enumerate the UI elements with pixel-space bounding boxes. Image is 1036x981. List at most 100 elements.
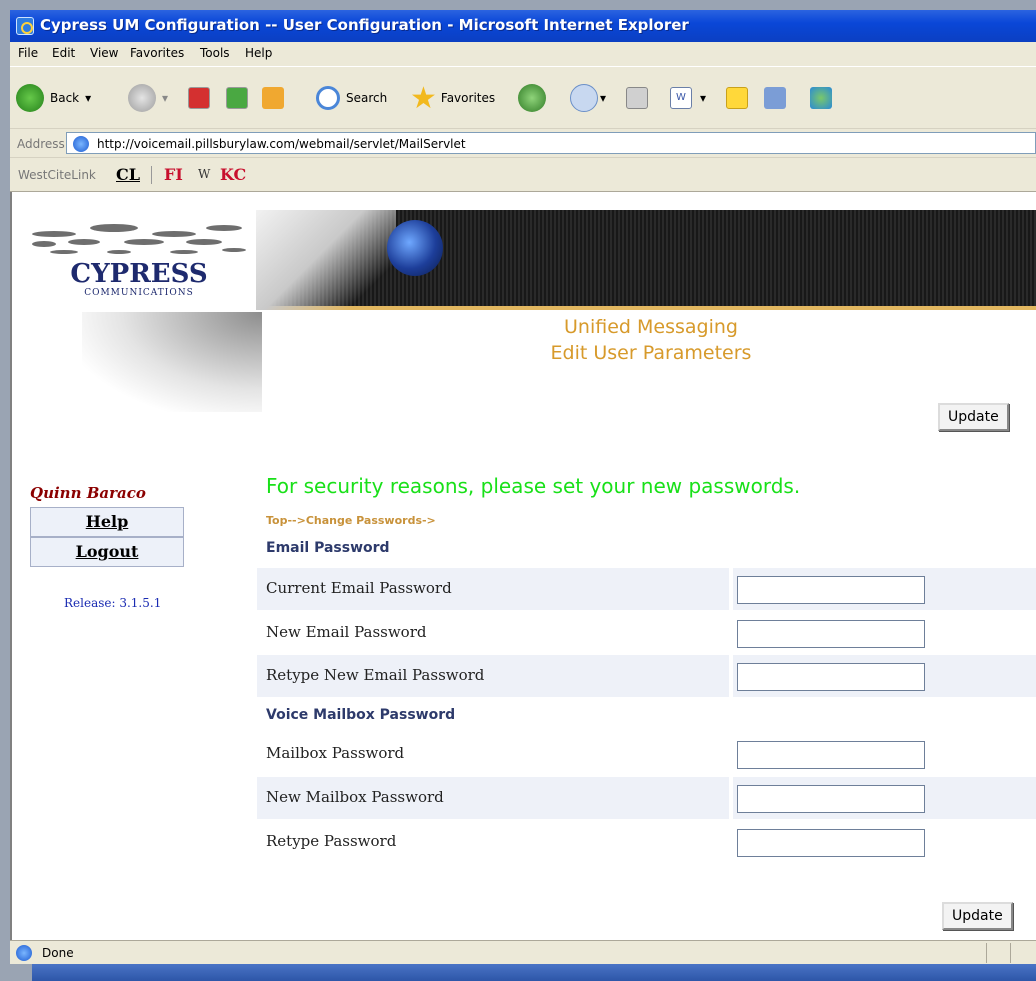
ie-page-icon: [73, 136, 89, 152]
forward-arrow-icon: [128, 84, 156, 112]
header-line1: Unified Messaging: [564, 316, 738, 338]
print-button[interactable]: [626, 80, 648, 116]
history-button[interactable]: [518, 80, 546, 116]
refresh-icon: [226, 87, 248, 109]
decorative-fade: [256, 210, 396, 310]
chevron-down-icon: ▾: [700, 91, 707, 105]
westcite-link[interactable]: WestCiteLink: [18, 168, 96, 182]
retype-email-password-field[interactable]: [737, 663, 925, 691]
research-button[interactable]: [764, 80, 786, 116]
new-mailbox-password-field[interactable]: [737, 785, 925, 813]
refresh-button[interactable]: [226, 80, 248, 116]
menu-tools[interactable]: Tools: [200, 46, 230, 60]
cypress-logo: CYPRESS COMMUNICATIONS: [24, 222, 254, 402]
field-label: Retype Password: [266, 832, 397, 850]
stop-icon: [188, 87, 210, 109]
field-label: New Email Password: [266, 623, 427, 641]
back-arrow-icon: [16, 84, 44, 112]
research-icon: [764, 87, 786, 109]
mail-button[interactable]: ▾: [570, 80, 606, 116]
mail-icon: [570, 84, 598, 112]
retype-mailbox-password-field[interactable]: [737, 829, 925, 857]
security-notice: For security reasons, please set your ne…: [266, 474, 801, 498]
page-content: CYPRESS COMMUNICATIONS Unified Messaging…: [10, 192, 1036, 940]
divider: [1010, 943, 1011, 963]
ie-page-icon: [16, 945, 32, 961]
address-url: http://voicemail.pillsburylaw.com/webmai…: [97, 137, 466, 151]
email-password-heading: Email Password: [266, 540, 390, 556]
print-icon: [626, 87, 648, 109]
address-input[interactable]: http://voicemail.pillsburylaw.com/webmai…: [66, 132, 1036, 154]
address-label: Address: [17, 137, 65, 151]
svg-text:COMMUNICATIONS: COMMUNICATIONS: [84, 288, 194, 298]
retype-mailbox-password-row: Retype Password: [257, 821, 1036, 863]
search-icon: [316, 86, 340, 110]
address-bar: Address http://voicemail.pillsburylaw.co…: [10, 128, 1036, 157]
field-label: Retype New Email Password: [266, 666, 485, 684]
menu-help[interactable]: Help: [245, 46, 272, 60]
logout-link[interactable]: Logout: [30, 537, 184, 567]
current-email-password-field[interactable]: [737, 576, 925, 604]
title-bar[interactable]: Cypress UM Configuration -- User Configu…: [10, 10, 1036, 42]
field-label: New Mailbox Password: [266, 788, 444, 806]
voice-mailbox-password-heading: Voice Mailbox Password: [266, 707, 456, 723]
divider: [151, 166, 152, 184]
edit-word-button[interactable]: W ▾: [670, 80, 706, 116]
back-label: Back: [50, 91, 80, 105]
forward-button[interactable]: ▾: [128, 80, 168, 116]
breadcrumb[interactable]: Top-->Change Passwords->: [266, 514, 436, 527]
menu-bar: File Edit View Favorites Tools Help: [10, 42, 1036, 66]
menu-edit[interactable]: Edit: [52, 46, 75, 60]
menu-file[interactable]: File: [18, 46, 38, 60]
search-label: Search: [346, 91, 388, 105]
stop-button[interactable]: [188, 80, 210, 116]
window-title: Cypress UM Configuration -- User Configu…: [40, 16, 689, 34]
favorites-button[interactable]: ★ Favorites: [410, 80, 495, 116]
new-email-password-field[interactable]: [737, 620, 925, 648]
retype-email-password-row: Retype New Email Password: [257, 655, 1036, 697]
menu-favorites[interactable]: Favorites: [130, 46, 184, 60]
kc-link[interactable]: KC: [220, 165, 246, 184]
cl-link[interactable]: CL: [116, 165, 140, 184]
field-label: Mailbox Password: [266, 744, 405, 762]
mailbox-password-row: Mailbox Password: [257, 733, 1036, 775]
mailbox-password-field[interactable]: [737, 741, 925, 769]
svg-text:CYPRESS: CYPRESS: [70, 259, 207, 289]
current-email-password-row: Current Email Password: [257, 568, 1036, 610]
home-icon: [262, 87, 284, 109]
back-button[interactable]: Back ▾: [16, 80, 91, 116]
update-button-bottom[interactable]: Update: [942, 902, 1013, 930]
globe-icon: [387, 220, 443, 276]
messenger-icon: [810, 87, 832, 109]
discuss-button[interactable]: [726, 80, 748, 116]
divider: [986, 943, 987, 963]
release-version: Release: 3.1.5.1: [64, 596, 162, 610]
ie-page-icon: [16, 17, 34, 35]
star-icon: ★: [410, 80, 437, 116]
links-toolbar: WestCiteLink CL FI W KC: [10, 157, 1036, 192]
note-icon: [726, 87, 748, 109]
menu-view[interactable]: View: [90, 46, 118, 60]
fi-link[interactable]: FI: [164, 165, 183, 184]
field-label: Current Email Password: [266, 579, 452, 597]
history-icon: [518, 84, 546, 112]
chevron-down-icon: ▾: [600, 91, 607, 105]
search-button[interactable]: Search: [316, 80, 387, 116]
update-button-top[interactable]: Update: [938, 403, 1009, 431]
user-name: Quinn Baraco: [30, 484, 146, 502]
chevron-down-icon: ▾: [162, 91, 169, 105]
window-bottom-edge: [32, 964, 1036, 981]
messenger-button[interactable]: [810, 80, 832, 116]
help-link[interactable]: Help: [30, 507, 184, 537]
status-text: Done: [42, 946, 74, 960]
chevron-down-icon: ▾: [85, 91, 92, 105]
new-email-password-row: New Email Password: [257, 612, 1036, 654]
w-link[interactable]: W: [198, 167, 210, 181]
home-button[interactable]: [262, 80, 284, 116]
page-title: Edit User Parameters: [550, 342, 752, 364]
new-mailbox-password-row: New Mailbox Password: [257, 777, 1036, 819]
favorites-label: Favorites: [440, 91, 496, 105]
standard-toolbar: Back ▾ ▾ Search ★ Favorites ▾ W ▾: [10, 66, 1036, 128]
status-bar: Done: [10, 940, 1036, 964]
word-icon: W: [670, 87, 692, 109]
